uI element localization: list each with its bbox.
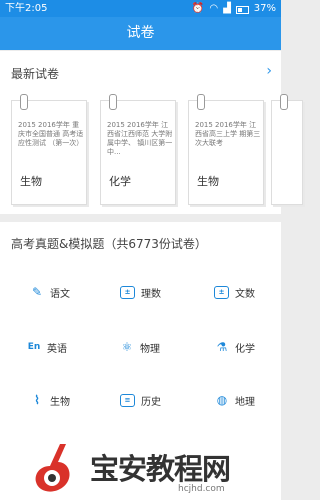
latest-papers-card: 最新试卷 › 2015 2016学年 重庆市全国普通 高考适应性测试 （第一次）…: [0, 51, 303, 214]
battery-percent: 37%: [253, 3, 276, 14]
subject-label: 历史: [141, 396, 161, 408]
paper-subject: 生物: [197, 175, 219, 188]
chevron-right-icon[interactable]: ›: [266, 63, 272, 79]
subject-item[interactable]: ≡ 历史: [120, 388, 161, 412]
calculator-icon: ±: [214, 285, 229, 299]
paper-description: 2015 2016学年 重庆市全国普通 高考适应性测试 （第一次）: [18, 121, 84, 147]
subject-item[interactable]: ± 文数: [214, 280, 255, 304]
subject-item[interactable]: En 英语: [27, 335, 67, 359]
subject-item[interactable]: ✎ 语文: [30, 280, 70, 304]
flask-icon: ⚗: [216, 340, 228, 354]
paperclip-icon: [20, 94, 28, 110]
watermark: 宝安教程网 hcjhd.com: [30, 440, 281, 500]
subject-label: 地理: [235, 396, 255, 408]
subject-item[interactable]: ⚗ 化学: [215, 335, 255, 359]
status-icons: ⏰ ◠ ▟ 37%: [192, 0, 276, 17]
paperclip-icon: [109, 94, 117, 110]
subject-item[interactable]: ◍ 地理: [215, 388, 255, 412]
subject-item[interactable]: ± 理数: [120, 280, 161, 304]
paper-subject: 生物: [20, 175, 42, 188]
subject-item[interactable]: ⚛ 物理: [120, 335, 160, 359]
pen-icon: ✎: [31, 285, 43, 299]
paper-description: 2015 2016学年 江西省江西师范 大学附属中学、 镇川区第一中...: [107, 121, 173, 156]
status-bar: 下午2:05 ⏰ ◠ ▟ 37%: [0, 0, 281, 17]
signal-icon: ▟: [223, 3, 231, 14]
page-title: 试卷: [0, 17, 281, 50]
paper-subject: 化学: [109, 175, 131, 188]
exam-section-heading: 高考真题&模拟题（共6773份试卷）: [11, 237, 207, 251]
subject-label: 物理: [140, 343, 160, 355]
subject-label: 语文: [50, 288, 70, 300]
subject-label: 理数: [141, 288, 161, 300]
latest-papers-heading: 最新试卷: [11, 67, 60, 81]
subject-label: 生物: [50, 396, 70, 408]
paper-card[interactable]: 2015 2016学年 江西省高三上学 期第三次大联考 生物: [188, 94, 264, 205]
subject-label: 英语: [47, 343, 67, 355]
paper-card[interactable]: 2015 2016学年 江西省江西师范 大学附属中学、 镇川区第一中... 化学: [100, 94, 176, 205]
subject-item[interactable]: ⌇ 生物: [30, 388, 70, 412]
paper-description: 2015 2016学年 江西省高三上学 期第三次大联考: [195, 121, 261, 147]
battery-icon: [235, 5, 249, 14]
watermark-name: 宝安教程网: [90, 452, 231, 486]
english-icon: En: [27, 342, 41, 352]
watermark-url: hcjhd.com: [178, 484, 225, 494]
atom-icon: ⚛: [121, 340, 133, 354]
watermark-logo-icon: [35, 444, 70, 492]
paper-card[interactable]: 2015 2016学年 重庆市全国普通 高考适应性测试 （第一次） 生物: [11, 94, 87, 205]
paperclip-icon: [197, 94, 205, 110]
paperclip-icon: [280, 94, 288, 110]
wifi-icon: ◠: [209, 3, 219, 14]
dna-icon: ⌇: [34, 393, 40, 407]
calculator-icon: ±: [120, 285, 135, 299]
paper-card-partial[interactable]: [271, 94, 303, 205]
scroll-icon: ≡: [120, 393, 135, 407]
alarm-icon: ⏰: [191, 3, 205, 14]
subject-label: 化学: [235, 343, 255, 355]
globe-icon: ◍: [216, 393, 228, 407]
status-time: 下午2:05: [5, 3, 48, 14]
subject-label: 文数: [235, 288, 255, 300]
